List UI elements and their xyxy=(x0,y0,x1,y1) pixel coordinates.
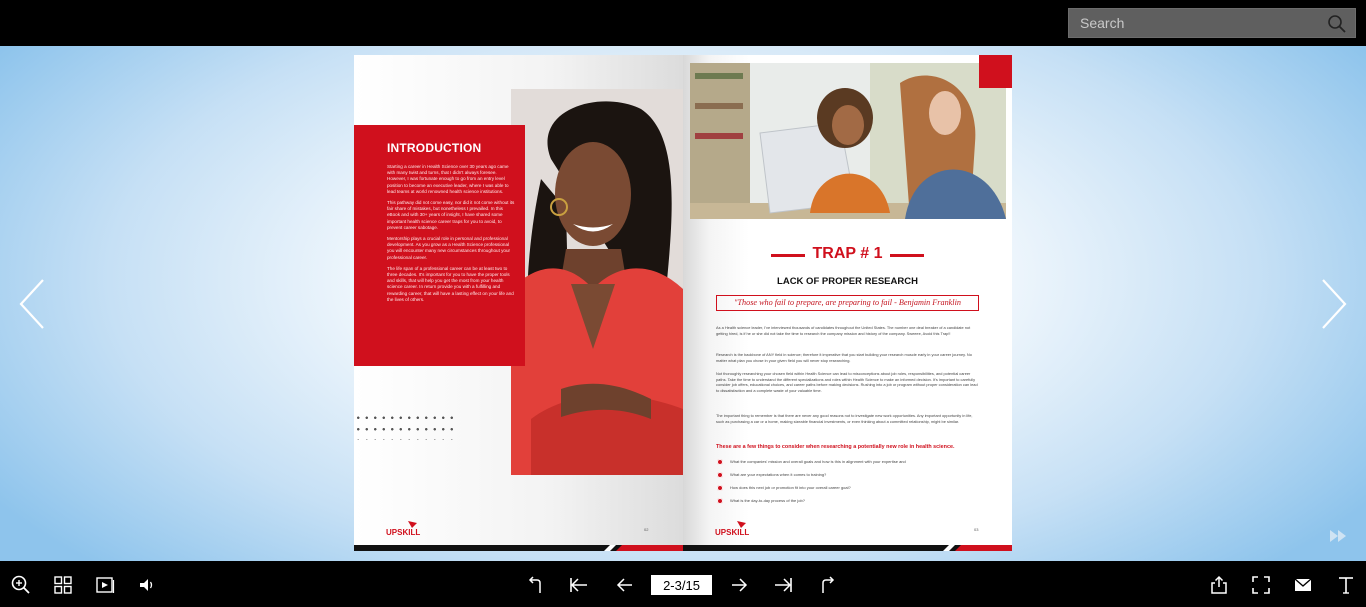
search-icon[interactable] xyxy=(1327,14,1347,34)
page-number: 02 xyxy=(644,527,649,532)
autoplay-icon[interactable] xyxy=(94,574,116,596)
dot-pattern xyxy=(354,412,459,440)
sound-icon[interactable] xyxy=(136,574,158,596)
thumbnails-icon[interactable] xyxy=(52,574,74,596)
page-number-field[interactable] xyxy=(651,575,712,595)
share-icon[interactable] xyxy=(1208,574,1230,596)
search-input[interactable] xyxy=(1069,9,1355,37)
left-page[interactable]: INTRODUCTION Starting a career in Health… xyxy=(354,55,683,551)
zoom-in-icon[interactable] xyxy=(10,574,32,596)
body-paragraph: Research is the backbone of ANY field in… xyxy=(716,352,972,363)
list-item: What the companies' mission and overall … xyxy=(717,458,987,466)
list-item: What is the day-to-day process of the jo… xyxy=(717,497,987,505)
svg-text:UPSKILL: UPSKILL xyxy=(386,528,420,537)
bottom-toolbar xyxy=(0,561,1366,607)
trap-title: TRAP # 1 xyxy=(812,245,883,262)
intro-paragraph: This pathway did not come easy, nor did … xyxy=(387,200,515,230)
page-number: 03 xyxy=(974,527,979,532)
flipbook-stage: INTRODUCTION Starting a career in Health… xyxy=(0,46,1366,561)
right-page[interactable]: TRAP # 1 LACK OF PROPER RESEARCH "Those … xyxy=(683,55,1012,551)
portrait-photo xyxy=(511,89,683,475)
svg-text:UPSKILL: UPSKILL xyxy=(715,528,749,537)
top-toolbar xyxy=(0,0,1366,46)
fast-forward-icon[interactable] xyxy=(1330,530,1346,542)
footer-stripe xyxy=(683,545,1012,551)
intro-paragraph: The life span of a professional career c… xyxy=(387,265,514,302)
chevron-right-icon[interactable] xyxy=(1320,278,1348,330)
list-item: How does this next job or promotion fit … xyxy=(717,484,987,492)
bullet-icon xyxy=(717,458,723,465)
bullet-icon xyxy=(717,497,723,504)
red-accent-square xyxy=(979,55,1012,88)
quote-box: "Those who fail to prepare, are preparin… xyxy=(716,295,979,311)
last-page-curl-icon[interactable] xyxy=(817,574,839,596)
last-page-icon[interactable] xyxy=(772,574,794,596)
fullscreen-icon[interactable] xyxy=(1250,574,1272,596)
body-paragraph: The important thing to remember is that … xyxy=(716,413,973,424)
body-paragraph: Not thoroughly researching your chosen f… xyxy=(716,371,978,393)
intro-title: INTRODUCTION xyxy=(387,141,482,155)
text-icon[interactable] xyxy=(1335,574,1357,596)
search-box[interactable] xyxy=(1068,8,1356,38)
upskill-logo: UPSKILL xyxy=(715,521,749,537)
first-page-curl-icon[interactable] xyxy=(524,574,546,596)
first-page-icon[interactable] xyxy=(568,574,590,596)
intro-paragraph: Mentorship plays a crucial role in perso… xyxy=(387,236,511,260)
trap-subtitle: LACK OF PROPER RESEARCH xyxy=(777,276,918,287)
title-rule-right xyxy=(890,254,924,257)
chevron-left-icon[interactable] xyxy=(18,278,46,330)
classroom-photo xyxy=(690,63,1006,219)
next-page-icon[interactable] xyxy=(728,574,750,596)
consider-heading: These are a few things to consider when … xyxy=(716,444,955,450)
intro-paragraph: Starting a career in Health Science over… xyxy=(387,164,509,194)
bullet-icon xyxy=(717,471,723,478)
introduction-box: INTRODUCTION Starting a career in Health… xyxy=(354,125,525,366)
bullet-icon xyxy=(717,484,723,491)
previous-page-icon[interactable] xyxy=(614,574,636,596)
body-paragraph: As a Health science leader, I've intervi… xyxy=(716,325,971,336)
footer-stripe xyxy=(354,545,683,551)
upskill-logo: UPSKILL xyxy=(386,521,420,537)
email-icon[interactable] xyxy=(1292,574,1314,596)
list-item: What are your expectations when it comes… xyxy=(717,471,987,479)
